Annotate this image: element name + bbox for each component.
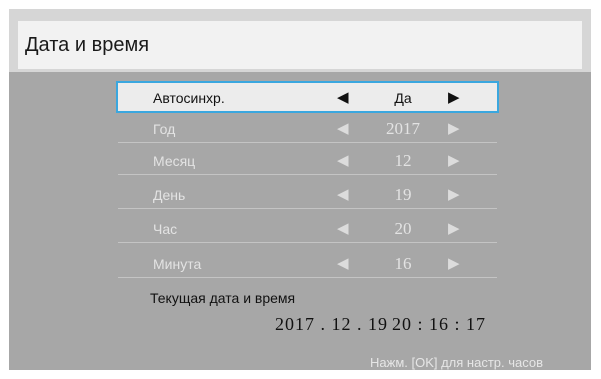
row-value: 2017 — [386, 119, 420, 138]
arrow-left-icon[interactable]: ◀ — [337, 119, 349, 137]
row-value: 12 — [394, 151, 412, 170]
row-label: Год — [153, 121, 176, 137]
current-time: 20 : 16 : 17 — [392, 314, 487, 334]
arrow-left-icon[interactable]: ◀ — [337, 185, 349, 203]
arrow-right-icon[interactable]: ▶ — [448, 254, 460, 272]
arrow-left-icon[interactable]: ◀ — [337, 219, 349, 237]
row-label: Автосинхр. — [153, 90, 225, 106]
row-value: 19 — [394, 185, 412, 204]
arrow-left-icon[interactable]: ◀ — [337, 151, 349, 169]
row-auto-sync[interactable]: Автосинхр. ◀ Да ▶ — [116, 81, 499, 113]
row-label: Месяц — [153, 153, 196, 169]
arrow-left-icon[interactable]: ◀ — [337, 88, 349, 106]
arrow-right-icon[interactable]: ▶ — [448, 185, 460, 203]
arrow-right-icon[interactable]: ▶ — [448, 219, 460, 237]
row-label: Минута — [153, 256, 202, 272]
arrow-left-icon[interactable]: ◀ — [337, 254, 349, 272]
row-minute[interactable]: Минута ◀ 16 ▶ — [118, 249, 497, 278]
row-day[interactable]: День ◀ 19 ▶ — [118, 180, 497, 209]
arrow-right-icon[interactable]: ▶ — [448, 119, 460, 137]
row-label: День — [153, 187, 186, 203]
current-date: 2017 . 12 . 19 — [275, 314, 388, 334]
row-hour[interactable]: Час ◀ 20 ▶ — [118, 214, 497, 243]
current-datetime-label: Текущая дата и время — [150, 290, 296, 306]
arrow-right-icon[interactable]: ▶ — [448, 88, 460, 106]
row-label: Час — [153, 221, 178, 237]
row-value: Да — [394, 90, 412, 106]
row-month[interactable]: Месяц ◀ 12 ▶ — [118, 146, 497, 175]
page-title: Дата и время — [25, 34, 150, 56]
row-value: 16 — [394, 254, 412, 273]
arrow-right-icon[interactable]: ▶ — [448, 151, 460, 169]
hint-text: Нажм. [OK] для настр. часов — [370, 355, 544, 370]
row-year[interactable]: Год ◀ 2017 ▶ — [118, 114, 497, 143]
row-value: 20 — [394, 219, 412, 238]
